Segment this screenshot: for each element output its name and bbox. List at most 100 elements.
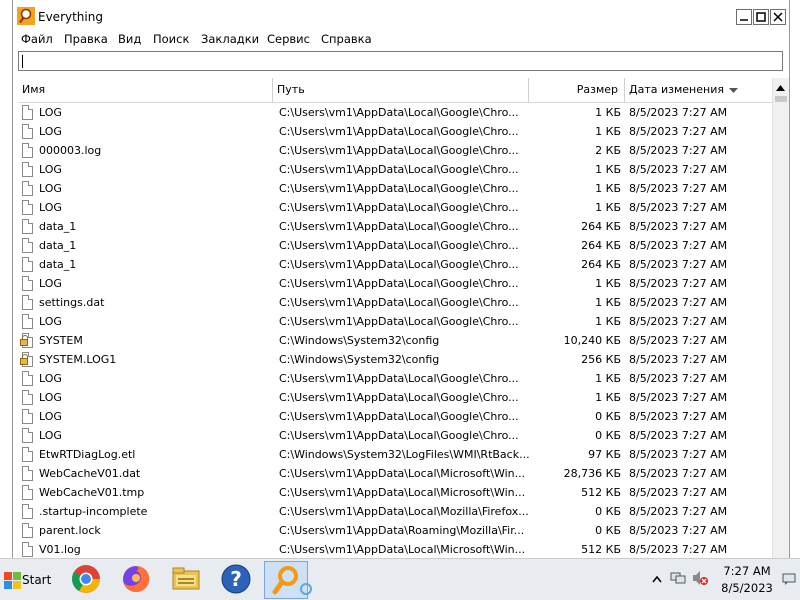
column-date-modified[interactable]: Дата изменения [625,78,772,102]
firefox-icon [123,565,150,592]
vertical-scrollbar[interactable] [772,78,789,558]
file-size: 0 КБ [595,410,621,423]
network-icon[interactable] [670,570,686,586]
column-size[interactable]: Размер [529,78,625,102]
lock-overlay-icon [20,354,28,365]
scroll-up-icon[interactable] [773,82,788,94]
result-row[interactable]: V01.log C:\Users\vm1\AppData\Local\Micros… [18,540,772,558]
file-path: C:\Users\vm1\AppData\Local\Google\Chro..… [279,391,519,404]
result-row[interactable]: LOG C:\Users\vm1\AppData\Local\Google\Chr… [18,426,772,445]
file-icon [22,428,33,443]
result-row[interactable]: WebCacheV01.dat C:\Users\vm1\AppData\Loca… [18,464,772,483]
file-date-modified: 8/5/2023 7:27 AM [629,543,728,556]
file-size: 264 КБ [581,220,621,233]
show-hidden-icons-icon[interactable] [652,575,662,583]
file-icon [22,466,33,481]
taskbar-help-button[interactable]: ? [214,561,258,599]
column-path[interactable]: Путь [273,78,529,102]
file-icon [22,542,33,557]
file-name: LOG [39,391,62,404]
menu-bar: Файл Правка Вид Поиск Закладки Сервис Сп… [13,32,789,48]
file-size: 0 КБ [595,524,621,537]
column-name[interactable]: Имя [18,78,273,102]
file-date-modified: 8/5/2023 7:27 AM [629,410,728,423]
menu-tools[interactable]: Сервис [267,32,310,46]
file-path: C:\Windows\System32\config [279,334,440,347]
result-row[interactable]: .startup-incomplete C:\Users\vm1\AppData\… [18,502,772,521]
taskbar-firefox-button[interactable] [114,561,158,599]
menu-help[interactable]: Справка [321,32,372,46]
result-row[interactable]: WebCacheV01.tmp C:\Users\vm1\AppData\Loca… [18,483,772,502]
result-row[interactable]: settings.dat C:\Users\vm1\AppData\Local\G… [18,293,772,312]
result-row[interactable]: data_1 C:\Users\vm1\AppData\Local\Google\… [18,236,772,255]
result-row[interactable]: LOG C:\Users\vm1\AppData\Local\Google\Chr… [18,179,772,198]
file-name: EtwRTDiagLog.etl [39,448,136,461]
file-name: LOG [39,315,62,328]
action-center-icon[interactable] [782,573,796,585]
maximize-button[interactable] [753,9,769,25]
result-row[interactable]: LOG C:\Users\vm1\AppData\Local\Google\Chr… [18,122,772,141]
menu-view[interactable]: Вид [118,32,141,46]
menu-edit[interactable]: Правка [64,32,108,46]
file-name: LOG [39,410,62,423]
result-row[interactable]: data_1 C:\Users\vm1\AppData\Local\Google\… [18,255,772,274]
close-icon [773,12,783,22]
file-size: 1 КБ [595,372,621,385]
start-button[interactable]: Start [2,563,54,597]
file-size: 1 КБ [595,391,621,404]
result-row[interactable]: LOG C:\Users\vm1\AppData\Local\Google\Chr… [18,369,772,388]
everything-window: Everything Файл Правка Вид Поиск Закладк… [12,0,790,558]
file-icon [22,257,33,272]
taskbar-chrome-button[interactable] [64,561,108,599]
chrome-icon [72,565,100,593]
file-date-modified: 8/5/2023 7:27 AM [629,467,728,480]
result-row[interactable]: SYSTEM C:\Windows\System32\config 10,240 К… [18,331,772,350]
title-bar[interactable]: Everything [13,0,789,32]
menu-bookmarks[interactable]: Закладки [201,32,259,46]
result-row[interactable]: SYSTEM.LOG1 C:\Windows\System32\config 256… [18,350,772,369]
result-row[interactable]: LOG C:\Users\vm1\AppData\Local\Google\Chr… [18,160,772,179]
result-row[interactable]: LOG C:\Users\vm1\AppData\Local\Google\Chr… [18,198,772,217]
file-icon [22,162,33,177]
file-date-modified: 8/5/2023 7:27 AM [629,353,728,366]
result-row[interactable]: LOG C:\Users\vm1\AppData\Local\Google\Chr… [18,407,772,426]
search-input[interactable] [18,51,783,71]
result-row[interactable]: LOG C:\Users\vm1\AppData\Local\Google\Chr… [18,388,772,407]
file-date-modified: 8/5/2023 7:27 AM [629,505,728,518]
scroll-thumb[interactable] [775,96,787,102]
file-path: C:\Users\vm1\AppData\Local\Google\Chro..… [279,315,519,328]
file-icon [22,276,33,291]
result-row[interactable]: data_1 C:\Users\vm1\AppData\Local\Google\… [18,217,772,236]
file-icon [22,200,33,215]
menu-file[interactable]: Файл [21,32,53,46]
result-row[interactable]: LOG C:\Users\vm1\AppData\Local\Google\Chr… [18,312,772,331]
file-path: C:\Windows\System32\config [279,353,440,366]
minimize-button[interactable] [736,9,752,25]
help-icon: ? [221,564,251,594]
file-path: C:\Users\vm1\AppData\Local\Google\Chro..… [279,106,519,119]
file-name: LOG [39,372,62,385]
menu-search[interactable]: Поиск [153,32,189,46]
result-row[interactable]: 000003.log C:\Users\vm1\AppData\Local\Goo… [18,141,772,160]
file-size: 1 КБ [595,296,621,309]
result-row[interactable]: parent.lock C:\Users\vm1\AppData\Roaming\… [18,521,772,540]
file-icon [22,390,33,405]
result-row[interactable]: LOG C:\Users\vm1\AppData\Local\Google\Chr… [18,274,772,293]
result-row[interactable]: EtwRTDiagLog.etl C:\Windows\System32\LogF… [18,445,772,464]
clock-time: 7:27 AM [723,564,771,578]
close-button[interactable] [770,9,786,25]
volume-muted-icon[interactable] [692,570,708,586]
file-date-modified: 8/5/2023 7:27 AM [629,106,728,119]
file-path: C:\Users\vm1\AppData\Local\Google\Chro..… [279,163,519,176]
file-icon [22,124,33,139]
file-date-modified: 8/5/2023 7:27 AM [629,182,728,195]
sort-descending-icon [729,88,738,93]
taskbar-everything-button[interactable] [264,561,312,599]
file-size: 1 КБ [595,106,621,119]
system-clock[interactable]: 7:27 AM 8/5/2023 [714,563,780,597]
file-date-modified: 8/5/2023 7:27 AM [629,429,728,442]
file-name: data_1 [39,258,77,271]
file-path: C:\Users\vm1\AppData\Local\Microsoft\Win… [279,486,526,499]
taskbar-file-explorer-button[interactable] [164,561,208,599]
result-row[interactable]: LOG C:\Users\vm1\AppData\Local\Google\Chr… [18,103,772,122]
